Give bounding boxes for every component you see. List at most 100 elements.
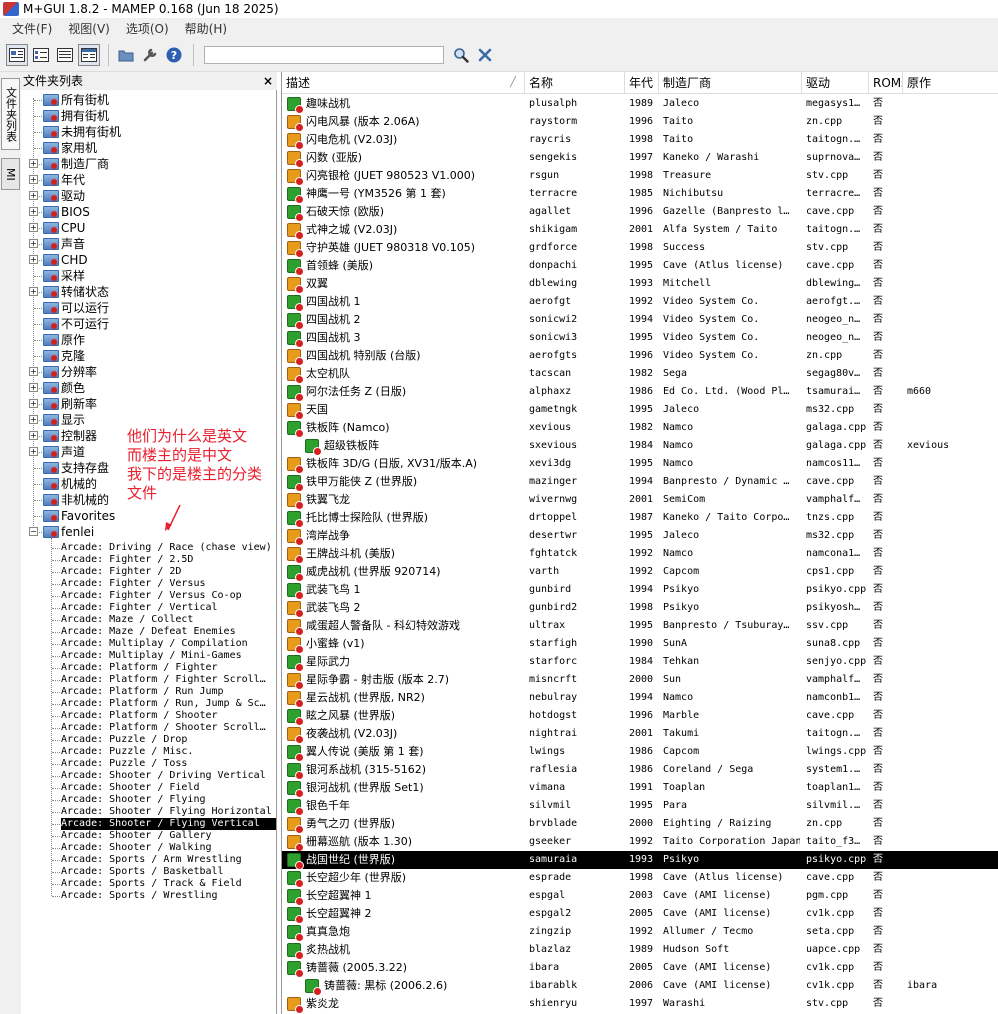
col-driver-header[interactable]: 驱动 (802, 72, 869, 94)
fenlei-item[interactable]: Arcade: Platform / Fighter (61, 662, 218, 674)
col-roms-header[interactable]: ROMs (869, 72, 903, 94)
folder-item[interactable]: + 分辨率 (21, 364, 276, 380)
col-name-header[interactable]: 名称 (525, 72, 625, 94)
fenlei-item[interactable]: Arcade: Sports / Track & Field (61, 878, 242, 890)
folder-item[interactable]: 未拥有街机 (21, 124, 276, 140)
fenlei-item[interactable]: Arcade: Platform / Shooter Scroll… (61, 722, 266, 734)
fenlei-item[interactable]: Arcade: Maze / Collect (61, 614, 193, 626)
fenlei-item[interactable]: Arcade: Driving / Race (chase view) (61, 542, 272, 554)
table-row[interactable]: 托比博士探险队 (世界版) drtoppel 1987 Kaneko / Taito … (282, 509, 998, 528)
fenlei-item[interactable]: Arcade: Puzzle / Misc. (61, 746, 193, 758)
fenlei-item[interactable]: Arcade: Puzzle / Drop (61, 734, 187, 746)
search-input[interactable] (204, 45, 444, 64)
table-row[interactable]: 超级铁板阵 sxevious 1984 Namco galaga.cpp 否 xevious (282, 437, 998, 456)
table-row[interactable]: 石破天惊 (欧版) agallet 1996 Gazelle (Banpresto l… (282, 203, 998, 222)
expand-icon[interactable]: + (29, 175, 38, 184)
table-row[interactable]: 真真急炮 zingzip 1992 Allumer / Tecmo seta.cpp 否 (282, 923, 998, 942)
fenlei-item[interactable]: Arcade: Shooter / Driving Vertical (61, 770, 266, 782)
expand-icon[interactable]: + (29, 255, 38, 264)
table-row[interactable]: 紫炎龙 shienryu 1997 Warashi stv.cpp 否 (282, 995, 998, 1014)
help-button[interactable]: ? (163, 44, 185, 66)
table-row[interactable]: 首领蜂 (美版) donpachi 1995 Cave (Atlus license)… (282, 257, 998, 276)
folder-item[interactable]: 家用机 (21, 140, 276, 156)
search-button[interactable] (450, 44, 472, 66)
fenlei-item[interactable]: Arcade: Sports / Wrestling (61, 890, 218, 902)
folder-item[interactable]: + CPU (21, 220, 276, 236)
table-row[interactable]: 武装飞鸟 2 gunbird2 1998 Psikyo psikyosh… 否 (282, 599, 998, 618)
folder-item[interactable]: + 声音 (21, 236, 276, 252)
table-row[interactable]: 铁板阵 (Namco) xevious 1982 Namco galaga.cpp 否 (282, 419, 998, 438)
fenlei-item[interactable]: Arcade: Fighter / Versus (61, 578, 206, 590)
col-manufacturer-header[interactable]: 制造厂商 (659, 72, 802, 94)
folder-item[interactable]: + 制造厂商 (21, 156, 276, 172)
fenlei-item[interactable]: Arcade: Fighter / 2D (61, 566, 181, 578)
folder-item[interactable]: + 驱动 (21, 188, 276, 204)
fenlei-item[interactable]: Arcade: Fighter / Vertical (61, 602, 218, 614)
folder-item[interactable]: + CHD (21, 252, 276, 268)
expand-icon[interactable]: + (29, 287, 38, 296)
expand-icon[interactable]: + (29, 367, 38, 376)
table-row[interactable]: 铸蔷薇 (2005.3.22) ibara 2005 Cave (AMI licens… (282, 959, 998, 978)
folder-item[interactable]: 可以运行 (21, 300, 276, 316)
folder-item[interactable]: Favorites (21, 508, 276, 524)
table-row[interactable]: 长空超少年 (世界版) esprade 1998 Cave (Atlus licens… (282, 869, 998, 888)
table-row[interactable]: 湾岸战争 desertwr 1995 Jaleco ms32.cpp 否 (282, 527, 998, 546)
col-year-header[interactable]: 年代 (625, 72, 659, 94)
folder-item[interactable]: 不可运行 (21, 316, 276, 332)
table-row[interactable]: 守护英雄 (JUET 980318 V0.105) grdforce 1998 Suc… (282, 239, 998, 258)
table-row[interactable]: 银色千年 silvmil 1995 Para silvmil.… 否 (282, 797, 998, 816)
expand-icon[interactable]: + (29, 223, 38, 232)
table-row[interactable]: 星际武力 starforc 1984 Tehkan senjyo.cpp 否 (282, 653, 998, 672)
table-row[interactable]: 铁板阵 3D/G (日版, XV31/版本.A) xevi3dg 1995 Namco… (282, 455, 998, 474)
folder-item[interactable]: 克隆 (21, 348, 276, 364)
table-row[interactable]: 双翼 dblewing 1993 Mitchell dblewing… 否 (282, 275, 998, 294)
table-row[interactable]: 威虎战机 (世界版 920714) varth 1992 Capcom cps1.cpp… (282, 563, 998, 582)
expand-icon[interactable]: + (29, 415, 38, 424)
expand-icon[interactable]: + (29, 383, 38, 392)
menu-help[interactable]: 帮助(H) (177, 20, 235, 37)
table-row[interactable]: 武装飞鸟 1 gunbird 1994 Psikyo psikyo.cpp 否 (282, 581, 998, 600)
table-row[interactable]: 太空机队 tacscan 1982 Sega segag80v… 否 (282, 365, 998, 384)
expand-icon[interactable]: + (29, 159, 38, 168)
col-parent-header[interactable]: 原作 (903, 72, 998, 94)
fenlei-item[interactable]: Arcade: Shooter / Walking (61, 842, 212, 854)
fenlei-item[interactable]: Arcade: Platform / Shooter (61, 710, 218, 722)
table-row[interactable]: 长空超翼神 2 espgal2 2005 Cave (AMI license) cv1k… (282, 905, 998, 924)
table-row[interactable]: 四国战机 特别版 (台版) aerofgts 1996 Video System Co… (282, 347, 998, 366)
table-row[interactable]: 铸蔷薇: 黒标 (2006.2.6) ibarablk 2006 Cave (AMI … (282, 977, 998, 996)
table-row[interactable]: 式神之城 (V2.03J) shikigam 2001 Alfa System / T… (282, 221, 998, 240)
folder-item[interactable]: 拥有街机 (21, 108, 276, 124)
folder-panel-close-button[interactable]: × (263, 72, 273, 90)
table-row[interactable]: 眩之风暴 (世界版) hotdogst 1996 Marble cave.cpp 否 (282, 707, 998, 726)
table-row[interactable]: 栅幕巡航 (版本 1.30) gseeker 1992 Taito Corporati… (282, 833, 998, 852)
folder-item[interactable]: − fenlei (21, 524, 276, 540)
table-row[interactable]: 四国战机 1 aerofgt 1992 Video System Co. aerofgt… (282, 293, 998, 312)
table-row[interactable]: 闪电危机 (V2.03J) raycris 1998 Taito taitogn.… 否 (282, 131, 998, 150)
fenlei-item[interactable]: Arcade: Sports / Basketball (61, 866, 224, 878)
table-row[interactable]: 阿尔法任务 Z (日版) alphaxz 1986 Ed Co. Ltd. (Wood… (282, 383, 998, 402)
expand-icon[interactable]: + (29, 447, 38, 456)
expand-icon[interactable]: + (29, 399, 38, 408)
table-row[interactable]: 银河系战机 (315-5162) raflesia 1986 Coreland / S… (282, 761, 998, 780)
fenlei-item[interactable]: Arcade: Shooter / Flying (61, 794, 206, 806)
folder-item[interactable]: + 年代 (21, 172, 276, 188)
fenlei-item[interactable]: Arcade: Fighter / 2.5D (61, 554, 193, 566)
menu-file[interactable]: 文件(F) (4, 20, 60, 37)
folder-item[interactable]: + 转储状态 (21, 284, 276, 300)
view-large-icons-button[interactable] (6, 43, 28, 66)
view-details-button[interactable] (78, 43, 100, 66)
fenlei-item[interactable]: Arcade: Fighter / Versus Co-op (61, 590, 242, 602)
tab-mi[interactable]: MI (1, 158, 20, 190)
tab-folder-list[interactable]: 文件夹列表 (1, 78, 20, 150)
fenlei-item[interactable]: Arcade: Multiplay / Mini-Games (61, 650, 242, 662)
fenlei-item[interactable]: Arcade: Puzzle / Toss (61, 758, 187, 770)
table-row[interactable]: 夜袭战机 (V2.03J) nightrai 2001 Takumi taitogn.…… (282, 725, 998, 744)
fenlei-item[interactable]: Arcade: Shooter / Field (61, 782, 199, 794)
fenlei-item[interactable]: Arcade: Maze / Defeat Enemies (61, 626, 236, 638)
table-row[interactable]: 闪数 (亚版) sengekis 1997 Kaneko / Warashi suprn… (282, 149, 998, 168)
folder-item[interactable]: 原作 (21, 332, 276, 348)
folder-item[interactable]: 采样 (21, 268, 276, 284)
table-row[interactable]: 四国战机 2 sonicwi2 1994 Video System Co. neogeo… (282, 311, 998, 330)
col-description-header[interactable]: 描述 ╱ (282, 72, 525, 94)
expand-icon[interactable]: + (29, 207, 38, 216)
